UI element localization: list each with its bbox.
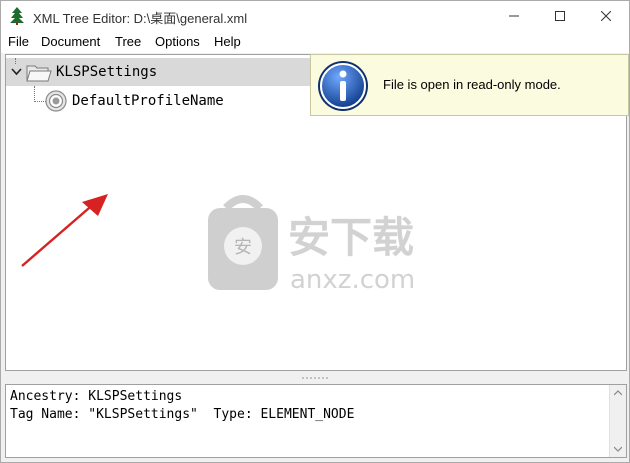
tag-name-value: "KLSPSettings" — [88, 407, 198, 422]
maximize-icon — [555, 11, 565, 21]
type-label: Type: — [213, 407, 253, 422]
tree-connector — [34, 86, 35, 102]
tag-type-line: Tag Name: "KLSPSettings" Type: ELEMENT_N… — [10, 407, 354, 422]
tree-connector — [15, 58, 16, 64]
collapse-chevron-icon[interactable] — [11, 67, 22, 77]
menu-help[interactable]: Help — [214, 34, 241, 49]
ancestry-label: Ancestry: — [10, 389, 81, 404]
close-button[interactable] — [583, 1, 629, 31]
info-icon — [318, 61, 368, 111]
close-icon — [601, 11, 611, 21]
folder-open-icon — [26, 65, 52, 82]
read-only-notification[interactable]: File is open in read-only mode. — [310, 54, 629, 116]
menu-tree[interactable]: Tree — [115, 34, 141, 49]
details-scrollbar[interactable] — [609, 385, 626, 457]
red-arrow-annotation — [21, 194, 108, 267]
panel-splitter-handle[interactable] — [301, 375, 331, 381]
menu-bar: File Document Tree Options Help — [1, 31, 629, 53]
title-bar[interactable]: XML Tree Editor: D:\桌面\general.xml — [1, 1, 629, 31]
minimize-button[interactable] — [491, 1, 537, 31]
tag-name-label: Tag Name: — [10, 407, 81, 422]
svg-text:安: 安 — [234, 237, 252, 258]
details-panel[interactable]: Ancestry: KLSPSettings Tag Name: "KLSPSe… — [5, 384, 627, 458]
tree-child-label[interactable]: DefaultProfileName — [72, 93, 224, 109]
attribute-node-icon — [45, 90, 67, 112]
menu-file[interactable]: File — [8, 34, 29, 49]
tree-app-icon — [10, 7, 24, 25]
ancestry-value: KLSPSettings — [88, 389, 183, 404]
watermark-logo: 安 安下载 anxz.com — [208, 195, 415, 295]
minimize-icon — [509, 15, 519, 17]
maximize-button[interactable] — [537, 1, 583, 31]
scroll-down-arrow-icon[interactable] — [614, 446, 622, 452]
type-value: ELEMENT_NODE — [260, 407, 355, 422]
tree-node-root[interactable]: KLSPSettings — [6, 58, 336, 86]
notification-message: File is open in read-only mode. — [383, 77, 561, 92]
watermark-text: 安下载 — [288, 213, 414, 262]
tree-root-label: KLSPSettings — [56, 64, 158, 80]
scroll-up-arrow-icon[interactable] — [614, 390, 622, 396]
window-title: XML Tree Editor: D:\桌面\general.xml — [33, 11, 248, 26]
menu-options[interactable]: Options — [155, 34, 200, 49]
ancestry-line: Ancestry: KLSPSettings — [10, 389, 182, 404]
watermark-subtext: anxz.com — [290, 265, 415, 295]
app-window: XML Tree Editor: D:\桌面\general.xml File … — [0, 0, 630, 463]
menu-document[interactable]: Document — [41, 34, 100, 49]
